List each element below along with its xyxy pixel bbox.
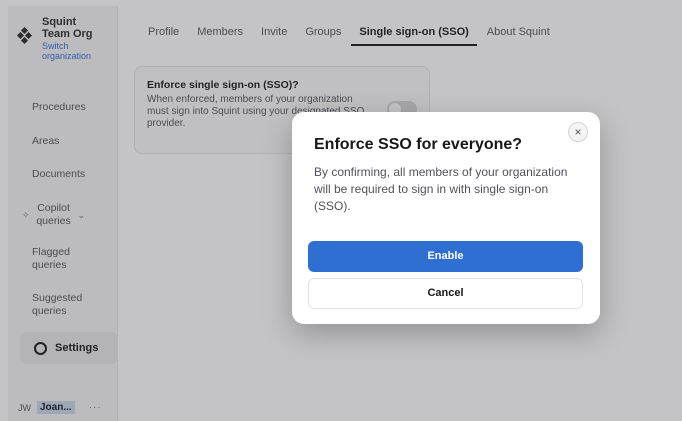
enforce-sso-dialog: Enforce SSO for everyone? × By confirmin… [292, 112, 600, 324]
dialog-title: Enforce SSO for everyone? [314, 136, 523, 153]
cancel-button[interactable]: Cancel [308, 278, 583, 309]
close-icon[interactable]: × [568, 122, 588, 142]
enable-button[interactable]: Enable [308, 241, 583, 272]
dialog-message: By confirming, all members of your organ… [314, 165, 568, 213]
